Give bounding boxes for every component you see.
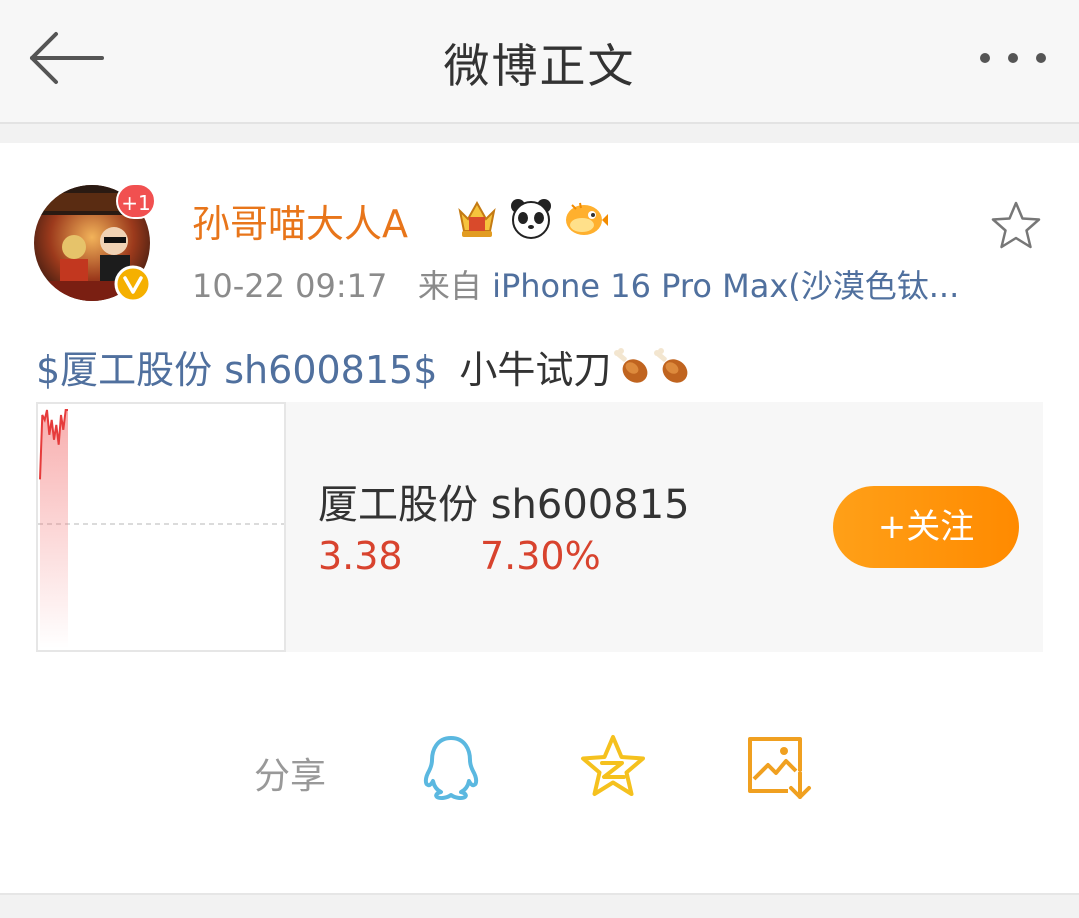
panda-icon	[508, 195, 554, 241]
drumstick-icon	[651, 347, 691, 387]
stock-chart-svg	[38, 409, 284, 648]
post-time: 10-22 09:17	[192, 267, 388, 305]
stock-name: 厦工股份 sh600815	[318, 482, 690, 528]
save-image-icon[interactable]	[744, 733, 814, 803]
drumstick-icon	[611, 347, 651, 387]
price-area	[40, 410, 68, 648]
author-avatar-group: +1	[34, 183, 156, 303]
qq-icon[interactable]	[416, 733, 486, 803]
post-source[interactable]: iPhone 16 Pro Max(沙漠色钛...	[492, 267, 959, 305]
source-prefix: 来自	[417, 267, 482, 305]
post-card: +1 孙哥喵大人A 10-22 09:17 来自 iPhone 16 Pro M…	[0, 143, 1079, 893]
bottom-divider	[0, 893, 1079, 918]
puffer-fish-icon	[562, 195, 608, 241]
notification-badge: +1	[116, 183, 156, 219]
stock-change-percent: 7.30%	[480, 534, 601, 578]
more-dots-icon[interactable]	[977, 40, 1053, 80]
stock-mini-chart	[36, 402, 286, 652]
follow-button[interactable]: +关注	[833, 486, 1019, 568]
page-title: 微博正文	[443, 39, 636, 93]
share-label: 分享	[254, 756, 327, 797]
author-badges	[454, 195, 608, 241]
stock-card[interactable]: 厦工股份 sh600815 3.38 7.30% +关注	[36, 402, 1043, 652]
stock-price: 3.38	[318, 534, 403, 578]
top-nav-bar: 微博正文	[0, 0, 1079, 124]
stock-hashtag-link[interactable]: $厦工股份 sh600815$	[36, 339, 437, 394]
author-name[interactable]: 孙哥喵大人A	[192, 193, 408, 248]
crown-medal-icon[interactable]	[454, 195, 500, 241]
post-meta: 10-22 09:17 来自 iPhone 16 Pro Max(沙漠色钛...	[192, 261, 982, 307]
verified-v-icon	[114, 265, 152, 303]
post-content: $厦工股份 sh600815$ 小牛试刀	[36, 339, 691, 394]
qzone-star-icon[interactable]	[578, 733, 648, 803]
favorite-star-icon[interactable]	[989, 199, 1043, 253]
post-body-text: 小牛试刀	[459, 348, 612, 392]
